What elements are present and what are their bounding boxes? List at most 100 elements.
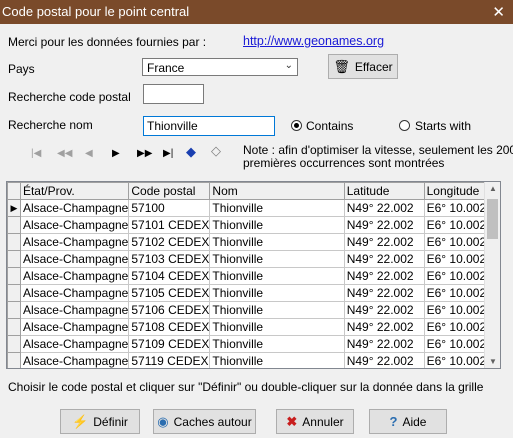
cell-name[interactable]: Thionville [209, 335, 345, 353]
column-header-postal[interactable]: Code postal [128, 182, 211, 200]
window-title: Code postal pour le point central [2, 4, 190, 19]
grid-corner [7, 182, 21, 200]
cell-postal[interactable]: 57106 CEDEX [128, 301, 211, 319]
scroll-down-icon[interactable]: ▼ [489, 357, 497, 366]
cell-postal[interactable]: 57119 CEDEX [128, 352, 211, 368]
country-select[interactable]: France ⌄ [142, 58, 298, 76]
starts-with-label[interactable]: Starts with [415, 119, 471, 133]
row-indicator [7, 250, 21, 268]
chevron-down-icon: ⌄ [284, 60, 293, 71]
row-indicator [7, 318, 21, 336]
nav-last-button[interactable]: ▶| [163, 148, 173, 159]
table-row[interactable]: Alsace-Champagne 57101 CEDEX Thionville … [7, 216, 500, 234]
cancel-button[interactable]: ✖ Annuler [276, 409, 354, 434]
cell-name[interactable]: Thionville [209, 267, 345, 285]
define-button[interactable]: ⚡ Définir [60, 409, 140, 434]
postal-search-input[interactable] [143, 84, 204, 104]
credits-label: Merci pour les données fournies par : [8, 35, 207, 49]
table-row[interactable]: Alsace-Champagne 57103 CEDEX Thionville … [7, 250, 500, 268]
cell-state[interactable]: Alsace-Champagne [19, 301, 130, 319]
cell-latitude[interactable]: N49° 22.002 [343, 267, 425, 285]
cell-name[interactable]: Thionville [209, 216, 345, 234]
cell-name[interactable]: Thionville [209, 318, 345, 336]
country-label: Pays [8, 62, 35, 76]
nav-prior-button[interactable]: ◀◀ [57, 148, 72, 159]
cell-state[interactable]: Alsace-Champagne [19, 267, 130, 285]
cell-latitude[interactable]: N49° 22.002 [343, 301, 425, 319]
row-indicator [7, 267, 21, 285]
cell-latitude[interactable]: N49° 22.002 [343, 284, 425, 302]
geonames-link[interactable]: http://www.geonames.org [243, 34, 384, 48]
row-indicator [7, 233, 21, 251]
table-row[interactable]: ▶ Alsace-Champagne 57100 Thionville N49°… [7, 199, 500, 217]
postal-search-label: Recherche code postal [8, 90, 131, 104]
scrollbar-thumb[interactable] [487, 199, 498, 239]
nav-fast-next-button[interactable]: ▶▶ [137, 148, 152, 159]
globe-icon: ◉ [157, 413, 169, 429]
cell-name[interactable]: Thionville [209, 199, 345, 217]
row-indicator [7, 216, 21, 234]
scroll-up-icon[interactable]: ▲ [489, 184, 497, 193]
cell-name[interactable]: Thionville [209, 250, 345, 268]
cell-postal[interactable]: 57108 CEDEX [128, 318, 211, 336]
x-icon: ✖ [286, 413, 298, 429]
erase-icon[interactable]: ◇ [211, 143, 221, 159]
column-header-latitude[interactable]: Latitude [343, 182, 425, 200]
table-row[interactable]: Alsace-Champagne 57119 CEDEX Thionville … [7, 352, 500, 368]
cell-state[interactable]: Alsace-Champagne [19, 284, 130, 302]
cell-postal[interactable]: 57104 CEDEX [128, 267, 211, 285]
cell-postal[interactable]: 57100 [128, 199, 211, 217]
bookmark-icon[interactable]: ◆ [186, 144, 196, 160]
cell-postal[interactable]: 57109 CEDEX [128, 335, 211, 353]
lightning-icon: ⚡ [72, 413, 89, 429]
table-row[interactable]: Alsace-Champagne 57106 CEDEX Thionville … [7, 301, 500, 319]
nav-prev-button[interactable]: ◀ [85, 148, 93, 159]
starts-with-radio[interactable] [399, 120, 410, 131]
name-search-value: Thionville [147, 119, 198, 133]
cell-latitude[interactable]: N49° 22.002 [343, 250, 425, 268]
table-row[interactable]: Alsace-Champagne 57109 CEDEX Thionville … [7, 335, 500, 353]
cell-latitude[interactable]: N49° 22.002 [343, 318, 425, 336]
cell-latitude[interactable]: N49° 22.002 [343, 335, 425, 353]
cell-state[interactable]: Alsace-Champagne [19, 199, 130, 217]
cell-state[interactable]: Alsace-Champagne [19, 233, 130, 251]
question-icon: ? [389, 414, 398, 429]
cell-latitude[interactable]: N49° 22.002 [343, 233, 425, 251]
column-header-name[interactable]: Nom [209, 182, 345, 200]
cell-name[interactable]: Thionville [209, 233, 345, 251]
close-icon[interactable]: ✕ [492, 3, 505, 21]
cell-state[interactable]: Alsace-Champagne [19, 335, 130, 353]
cell-name[interactable]: Thionville [209, 284, 345, 302]
nav-first-button[interactable]: |◀ [31, 148, 41, 159]
cell-latitude[interactable]: N49° 22.002 [343, 216, 425, 234]
row-indicator: ▶ [7, 199, 21, 217]
cell-state[interactable]: Alsace-Champagne [19, 352, 130, 368]
cell-state[interactable]: Alsace-Champagne [19, 318, 130, 336]
grid-table: État/Prov. Code postal Nom Latitude Long… [7, 182, 500, 368]
nav-next-button[interactable]: ▶ [112, 148, 120, 159]
table-row[interactable]: Alsace-Champagne 57108 CEDEX Thionville … [7, 318, 500, 336]
contains-label[interactable]: Contains [306, 119, 353, 133]
define-button-label: Définir [93, 414, 128, 429]
help-button[interactable]: ? Aide [369, 409, 447, 434]
table-row[interactable]: Alsace-Champagne 57105 CEDEX Thionville … [7, 284, 500, 302]
cell-postal[interactable]: 57103 CEDEX [128, 250, 211, 268]
cell-name[interactable]: Thionville [209, 352, 345, 368]
cell-state[interactable]: Alsace-Champagne [19, 250, 130, 268]
contains-radio[interactable] [291, 120, 302, 131]
cell-postal[interactable]: 57102 CEDEX [128, 233, 211, 251]
name-search-input[interactable]: Thionville [143, 116, 275, 136]
column-header-state[interactable]: État/Prov. [19, 182, 130, 200]
postal-code-grid[interactable]: État/Prov. Code postal Nom Latitude Long… [6, 181, 501, 369]
cell-state[interactable]: Alsace-Champagne [19, 216, 130, 234]
table-row[interactable]: Alsace-Champagne 57102 CEDEX Thionville … [7, 233, 500, 251]
cell-latitude[interactable]: N49° 22.002 [343, 199, 425, 217]
caches-button[interactable]: ◉ Caches autour [153, 409, 256, 434]
cell-postal[interactable]: 57105 CEDEX [128, 284, 211, 302]
grid-scrollbar[interactable]: ▲ ▼ [484, 182, 500, 368]
clear-button[interactable]: 🗑 Effacer [328, 54, 398, 79]
table-row[interactable]: Alsace-Champagne 57104 CEDEX Thionville … [7, 267, 500, 285]
cell-latitude[interactable]: N49° 22.002 [343, 352, 425, 368]
cell-name[interactable]: Thionville [209, 301, 345, 319]
cell-postal[interactable]: 57101 CEDEX [128, 216, 211, 234]
